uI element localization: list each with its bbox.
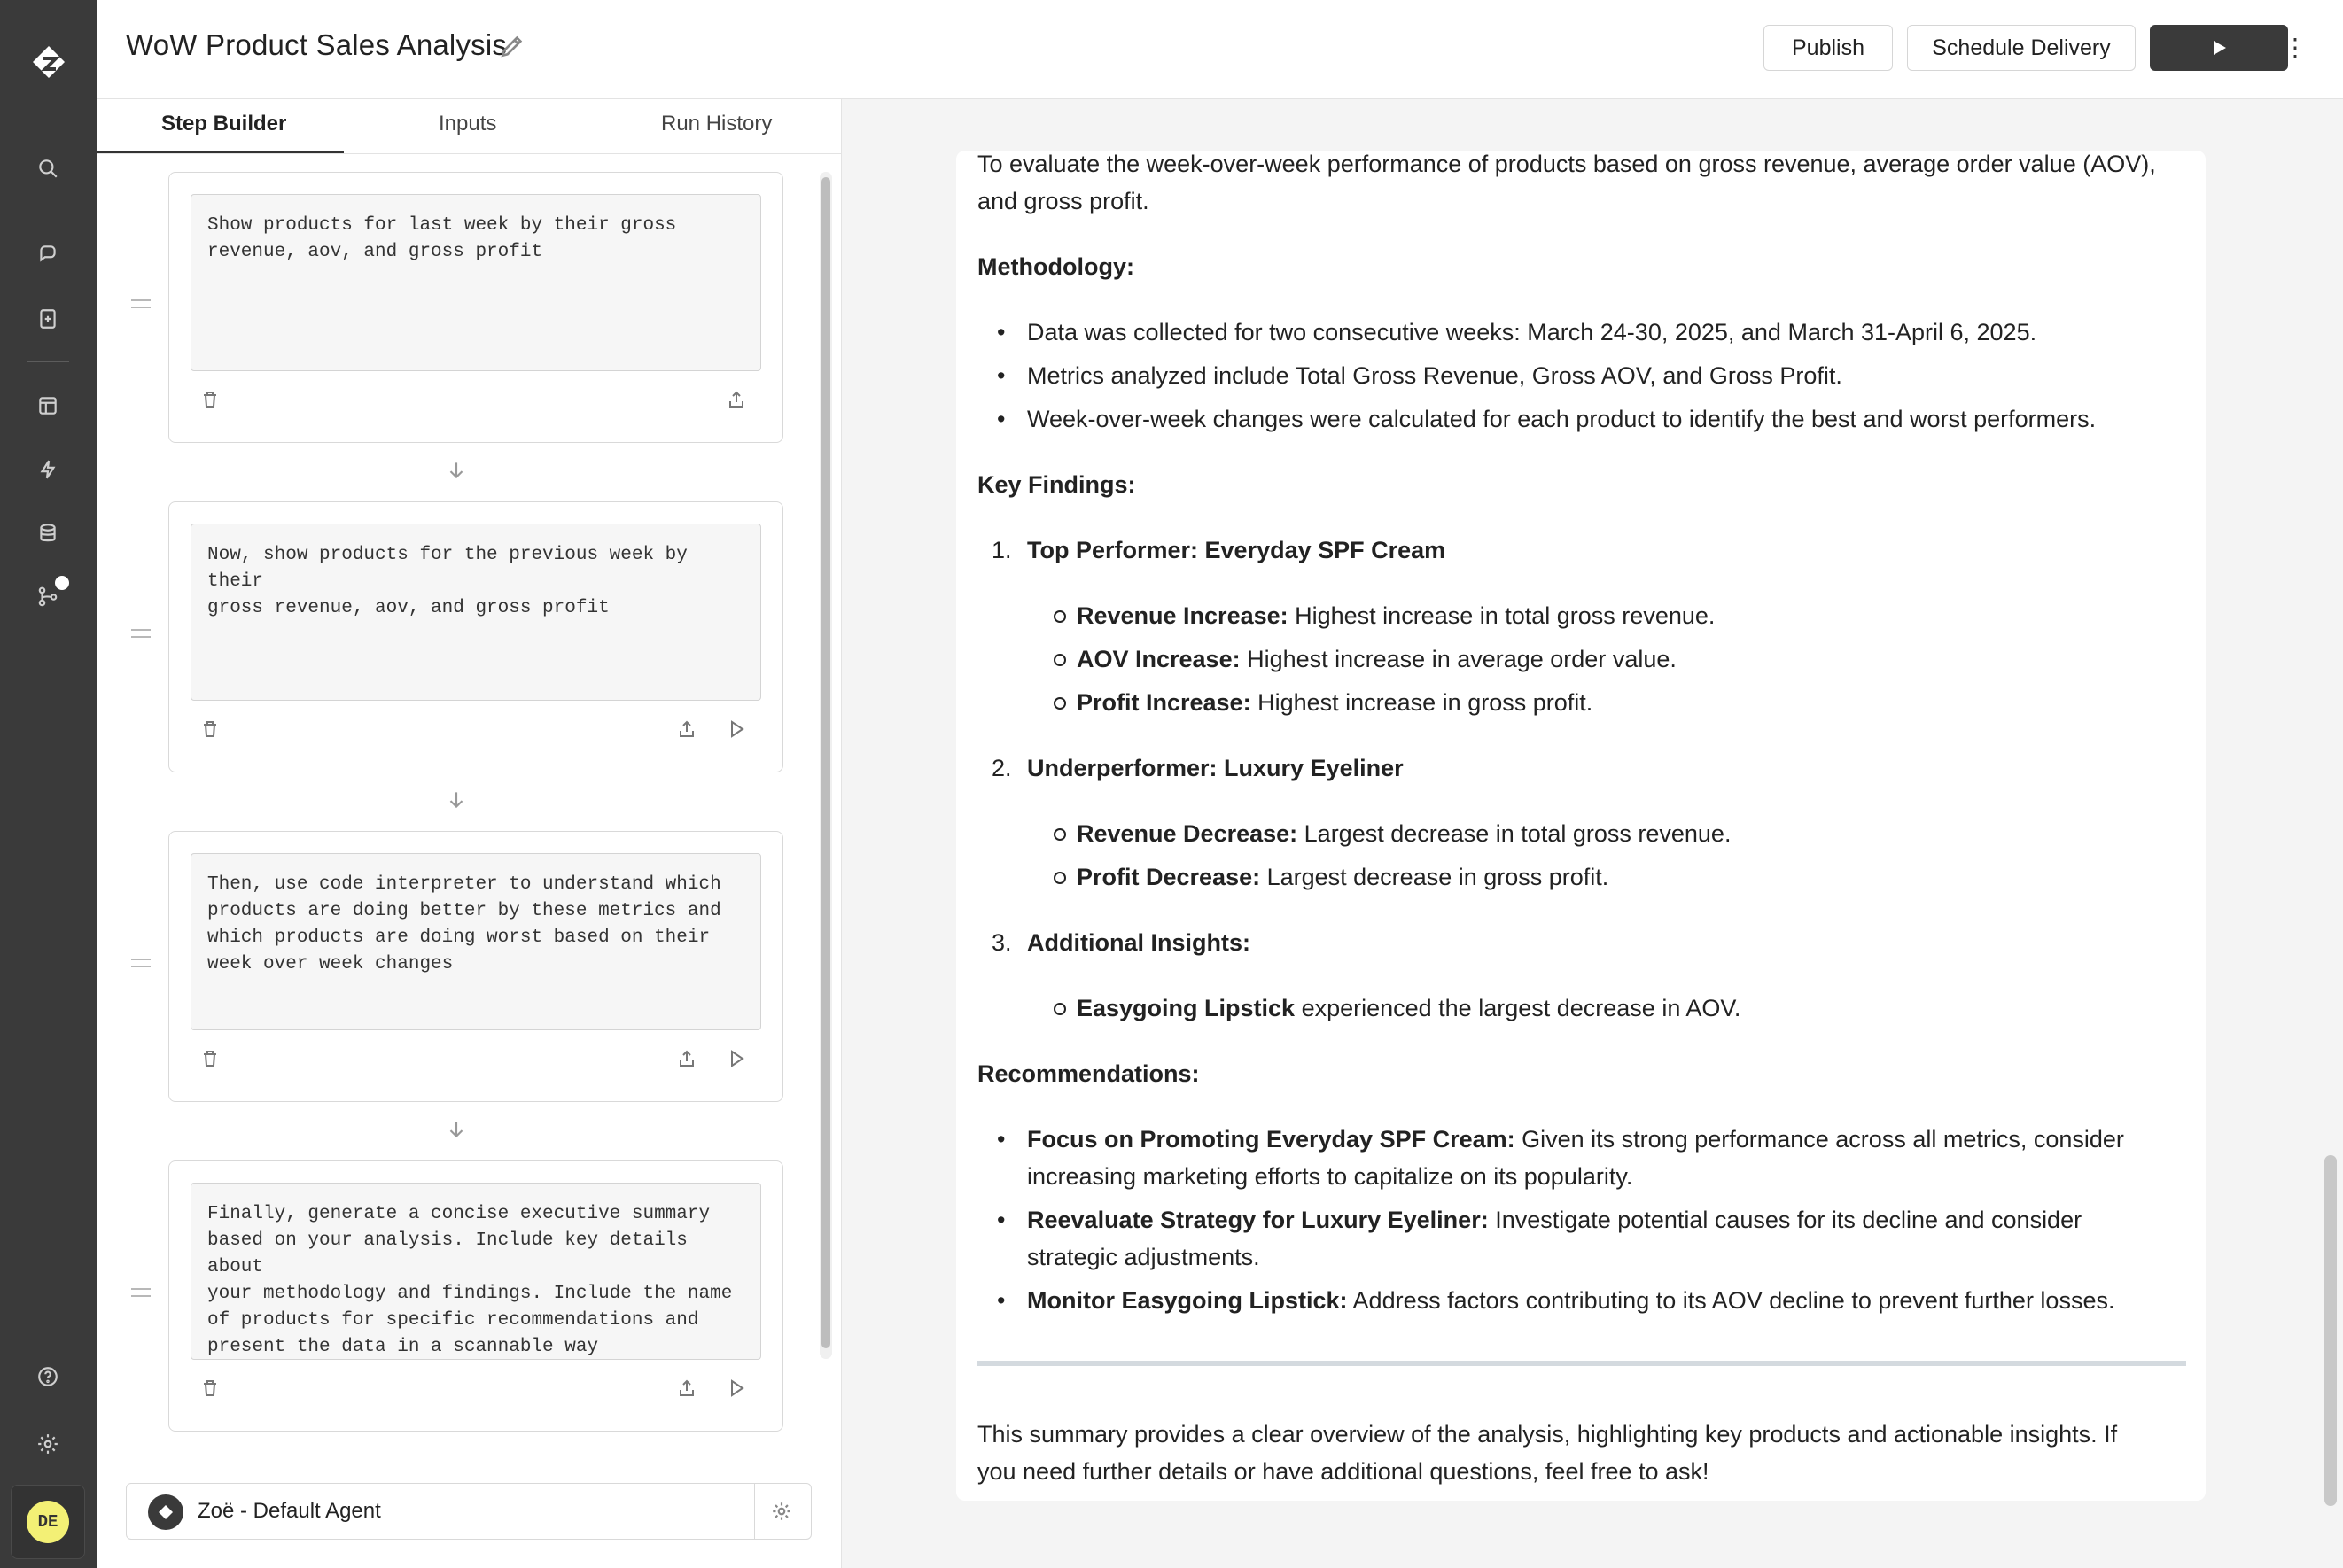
list-item: Data was collected for two consecutive w… xyxy=(997,314,2036,351)
list-item: AOV Increase: Highest increase in averag… xyxy=(1054,640,1677,678)
list-item: Week-over-week changes were calculated f… xyxy=(997,400,2096,438)
tab-inputs[interactable]: Inputs xyxy=(439,112,496,136)
step-prompt-input[interactable]: Show products for last week by their gro… xyxy=(191,194,761,371)
bookmark-icon[interactable] xyxy=(33,304,63,334)
list-item: Profit Decrease: Largest decrease in gro… xyxy=(1053,858,1608,896)
trash-icon[interactable] xyxy=(199,1378,222,1401)
page-title: WoW Product Sales Analysis xyxy=(126,28,508,61)
chat-icon[interactable] xyxy=(33,239,63,269)
share-icon[interactable] xyxy=(676,1378,699,1401)
step-card: Show products for last week by their gro… xyxy=(168,172,783,443)
trash-icon[interactable] xyxy=(199,1048,222,1071)
top-header: WoW Product Sales Analysis Publish Sched… xyxy=(97,0,2343,99)
agent-name: Zoë - Default Agent xyxy=(198,1499,381,1523)
play-icon xyxy=(2214,41,2226,55)
play-step-icon[interactable] xyxy=(726,1378,749,1401)
list-item: Reevaluate Strategy for Luxury Eyeliner:… xyxy=(997,1201,2082,1238)
closing-text: you need further details or have additio… xyxy=(977,1458,1709,1485)
intro-text: To evaluate the week-over-week performan… xyxy=(977,151,2156,177)
pencil-icon[interactable] xyxy=(498,32,530,64)
drag-handle-icon[interactable] xyxy=(131,299,151,308)
agent-settings-icon[interactable] xyxy=(770,1500,795,1525)
arrow-down-icon xyxy=(445,1118,470,1143)
agent-logo-icon xyxy=(148,1494,183,1530)
nav-divider xyxy=(27,361,69,362)
agent-selector[interactable]: Zoë - Default Agent xyxy=(126,1483,812,1540)
panel-tabs: Step Builder Inputs Run History xyxy=(97,99,842,154)
play-step-icon[interactable] xyxy=(726,718,749,741)
gear-icon[interactable] xyxy=(33,1429,63,1459)
help-icon[interactable] xyxy=(33,1362,63,1392)
step-prompt-input[interactable]: Finally, generate a concise executive su… xyxy=(191,1183,761,1360)
list-item: Monitor Easygoing Lipstick: Address fact… xyxy=(997,1282,2114,1319)
more-vertical-icon[interactable]: ⋮ xyxy=(2277,30,2313,66)
drag-handle-icon[interactable] xyxy=(131,959,151,967)
trash-icon[interactable] xyxy=(199,389,222,412)
database-icon[interactable] xyxy=(33,518,63,548)
list-item: Profit Increase: Highest increase in gro… xyxy=(1053,684,1592,721)
arrow-down-icon xyxy=(445,788,470,813)
list-item: Focus on Promoting Everyday SPF Cream: G… xyxy=(997,1121,2124,1158)
trash-icon[interactable] xyxy=(199,718,222,741)
share-icon[interactable] xyxy=(726,389,749,412)
step-builder-panel: Step Builder Inputs Run History Show pro… xyxy=(97,99,842,1568)
list-item-continuation: strategic adjustments. xyxy=(1027,1244,1260,1270)
arrow-down-icon xyxy=(445,459,470,484)
finding-title: 2. Underperformer: Luxury Eyeliner xyxy=(992,755,1404,781)
finding-title: 1. Top Performer: Everyday SPF Cream xyxy=(992,537,1446,563)
horizontal-rule xyxy=(977,1361,2186,1366)
list-item: Easygoing Lipstick experienced the large… xyxy=(1053,990,1740,1027)
schedule-delivery-button[interactable]: Schedule Delivery xyxy=(1907,25,2136,71)
list-item: Metrics analyzed include Total Gross Rev… xyxy=(997,357,1842,394)
tab-run-history[interactable]: Run History xyxy=(661,112,772,136)
play-step-icon[interactable] xyxy=(726,1048,749,1071)
tab-step-builder[interactable]: Step Builder xyxy=(161,112,286,136)
step-prompt-input[interactable]: Then, use code interpreter to understand… xyxy=(191,853,761,1030)
share-icon[interactable] xyxy=(676,1048,699,1071)
user-menu[interactable]: DE xyxy=(11,1485,85,1559)
drag-handle-icon[interactable] xyxy=(131,1288,151,1297)
step-prompt-input[interactable]: Now, show products for the previous week… xyxy=(191,524,761,701)
list-item: Revenue Increase: Highest increase in to… xyxy=(1053,597,1715,634)
report-card: To evaluate the week-over-week performan… xyxy=(956,151,2206,1501)
findings-heading: Key Findings: xyxy=(977,471,1136,498)
active-tab-indicator xyxy=(97,151,344,153)
left-nav-rail: DE xyxy=(0,0,97,1568)
avatar: DE xyxy=(27,1501,69,1543)
agent-divider xyxy=(754,1484,755,1539)
finding-title: 3. Additional Insights: xyxy=(992,929,1250,956)
methodology-heading: Methodology: xyxy=(977,253,1134,280)
steps-scrollbar[interactable] xyxy=(820,172,832,1359)
notification-dot xyxy=(55,576,69,590)
drag-handle-icon[interactable] xyxy=(131,629,151,638)
intro-text: and gross profit. xyxy=(977,188,1149,214)
search-icon[interactable] xyxy=(33,153,63,183)
output-area: To evaluate the week-over-week performan… xyxy=(843,99,2343,1568)
list-item: Revenue Decrease: Largest decrease in to… xyxy=(1053,815,1731,852)
recommendations-heading: Recommendations: xyxy=(977,1060,1200,1087)
bolt-icon[interactable] xyxy=(33,454,63,485)
publish-button[interactable]: Publish xyxy=(1763,25,1893,71)
run-button[interactable] xyxy=(2150,25,2288,71)
output-scrollbar[interactable] xyxy=(2324,1155,2337,1506)
step-card: Now, show products for the previous week… xyxy=(168,501,783,772)
logo-icon[interactable] xyxy=(26,35,72,85)
closing-text: This summary provides a clear overview o… xyxy=(977,1421,2118,1448)
step-card: Then, use code interpreter to understand… xyxy=(168,831,783,1102)
list-item-continuation: increasing marketing efforts to capitali… xyxy=(1027,1163,1633,1190)
share-icon[interactable] xyxy=(676,718,699,741)
step-card: Finally, generate a concise executive su… xyxy=(168,1160,783,1432)
layout-icon[interactable] xyxy=(33,391,63,421)
